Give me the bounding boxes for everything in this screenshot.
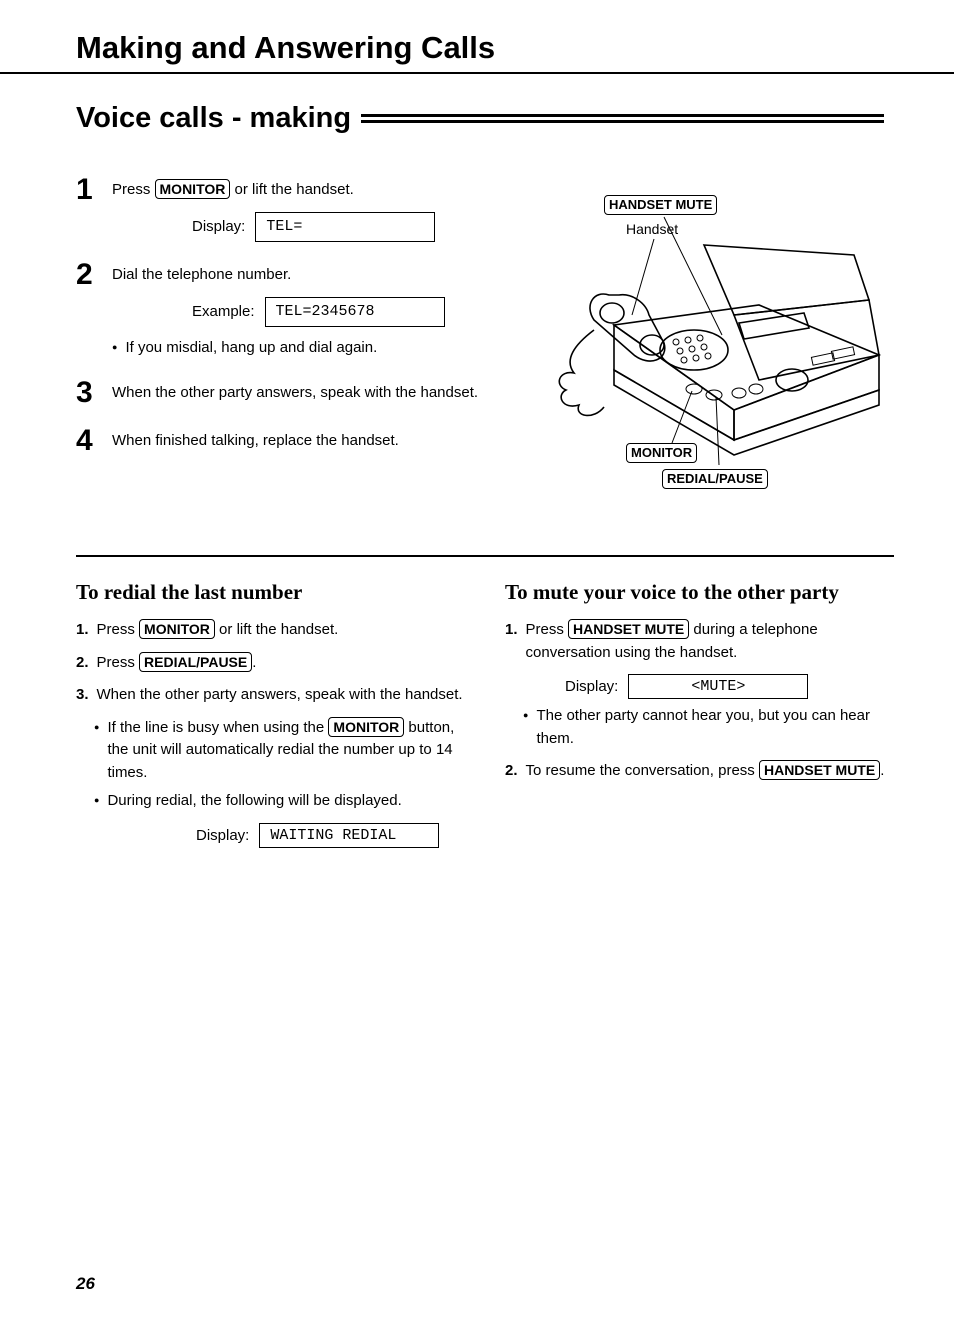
title-rule [0, 72, 954, 74]
step-2: 2 Dial the telephone number. Example: TE… [76, 260, 524, 360]
item-num: 3. [76, 684, 89, 707]
step-body: When finished talking, replace the hands… [112, 426, 524, 456]
lower-columns: To redial the last number 1. Press MONIT… [76, 579, 894, 848]
example-row: Example: TEL=2345678 [192, 297, 524, 328]
main-columns: 1 Press MONITOR or lift the handset. Dis… [76, 175, 894, 495]
display-value: <MUTE> [628, 674, 808, 699]
item-num: 2. [505, 760, 518, 783]
bullet: The other party cannot hear you, but you… [523, 705, 894, 750]
monitor-label: MONITOR [626, 443, 697, 463]
page-number: 26 [76, 1274, 95, 1294]
step-3: 3 When the other party answers, speak wi… [76, 378, 524, 408]
fax-svg [554, 195, 884, 495]
redial-pause-button-label: REDIAL/PAUSE [139, 652, 252, 672]
t: To resume the conversation, press [526, 762, 759, 779]
text: Press [112, 181, 155, 198]
step-1: 1 Press MONITOR or lift the handset. Dis… [76, 175, 524, 242]
t: Press [97, 654, 140, 671]
list-item: 1. Press MONITOR or lift the handset. [76, 619, 465, 642]
figure-column: HANDSET MUTE Handset [554, 175, 894, 495]
item-num: 2. [76, 652, 89, 675]
step-num: 2 [76, 260, 100, 360]
item-num: 1. [505, 619, 518, 664]
text: or lift the handset. [230, 181, 353, 198]
monitor-button-label: MONITOR [328, 717, 404, 737]
step-num: 4 [76, 426, 100, 456]
t: . [880, 762, 884, 779]
handset-mute-label: HANDSET MUTE [604, 195, 717, 215]
callout-handset: Handset [626, 221, 678, 237]
display-value: WAITING REDIAL [259, 823, 439, 848]
step-4: 4 When finished talking, replace the han… [76, 426, 524, 456]
step-num: 3 [76, 378, 100, 408]
steps-column: 1 Press MONITOR or lift the handset. Dis… [76, 175, 524, 495]
redial-pause-label: REDIAL/PAUSE [662, 469, 768, 489]
bullet: During redial, the following will be dis… [94, 790, 465, 813]
monitor-button-label: MONITOR [139, 619, 215, 639]
handset-mute-button-label: HANDSET MUTE [568, 619, 689, 639]
bullet-text: If the line is busy when using the MONIT… [107, 717, 465, 785]
bullet: If the line is busy when using the MONIT… [94, 717, 465, 785]
manual-page: Making and Answering Calls Voice calls -… [0, 0, 954, 1320]
step-body: When the other party answers, speak with… [112, 378, 524, 408]
display-value: TEL= [255, 212, 435, 243]
t: Press [526, 621, 569, 638]
step-num: 1 [76, 175, 100, 242]
t: Press [97, 621, 140, 638]
list-item: 3. When the other party answers, speak w… [76, 684, 465, 707]
list-item: 1. Press HANDSET MUTE during a telephone… [505, 619, 894, 664]
display-label: Display: [565, 678, 618, 695]
item-text: When the other party answers, speak with… [97, 684, 463, 707]
text: Dial the telephone number. [112, 266, 291, 283]
section-rule [361, 114, 884, 123]
t: If the line is busy when using the [107, 719, 328, 736]
item-text: Press MONITOR or lift the handset. [97, 619, 339, 642]
bullet-text: During redial, the following will be dis… [107, 790, 401, 813]
mute-title: To mute your voice to the other party [505, 579, 894, 605]
section-title: Voice calls - making [76, 102, 351, 135]
bullet: If you misdial, hang up and dial again. [112, 337, 524, 360]
display-label: Display: [196, 827, 249, 844]
bullet-text: If you misdial, hang up and dial again. [125, 337, 377, 360]
mute-section: To mute your voice to the other party 1.… [505, 579, 894, 848]
item-num: 1. [76, 619, 89, 642]
display-label: Display: [192, 216, 245, 239]
section-divider [76, 555, 894, 557]
display-row: Display: <MUTE> [565, 674, 894, 699]
page-title: Making and Answering Calls [76, 30, 894, 66]
callout-monitor: MONITOR [626, 443, 697, 463]
callout-redial-pause: REDIAL/PAUSE [662, 469, 768, 489]
section-title-row: Voice calls - making [76, 102, 894, 135]
example-label: Example: [192, 301, 255, 324]
step-body: Press MONITOR or lift the handset. Displ… [112, 175, 524, 242]
bullet-text: The other party cannot hear you, but you… [536, 705, 894, 750]
list-item: 2. To resume the conversation, press HAN… [505, 760, 894, 783]
fax-illustration: HANDSET MUTE Handset [554, 195, 884, 495]
step-body: Dial the telephone number. Example: TEL=… [112, 260, 524, 360]
callout-handset-mute: HANDSET MUTE [604, 195, 717, 215]
t: or lift the handset. [215, 621, 338, 638]
example-value: TEL=2345678 [265, 297, 445, 328]
t: . [252, 654, 256, 671]
monitor-button-label: MONITOR [155, 179, 231, 199]
item-text: Press REDIAL/PAUSE. [97, 652, 257, 675]
item-text: To resume the conversation, press HANDSE… [526, 760, 885, 783]
list-item: 2. Press REDIAL/PAUSE. [76, 652, 465, 675]
display-row: Display: WAITING REDIAL [196, 823, 465, 848]
handset-mute-button-label: HANDSET MUTE [759, 760, 880, 780]
item-text: Press HANDSET MUTE during a telephone co… [526, 619, 894, 664]
redial-title: To redial the last number [76, 579, 465, 605]
redial-section: To redial the last number 1. Press MONIT… [76, 579, 465, 848]
display-row: Display: TEL= [192, 212, 524, 243]
